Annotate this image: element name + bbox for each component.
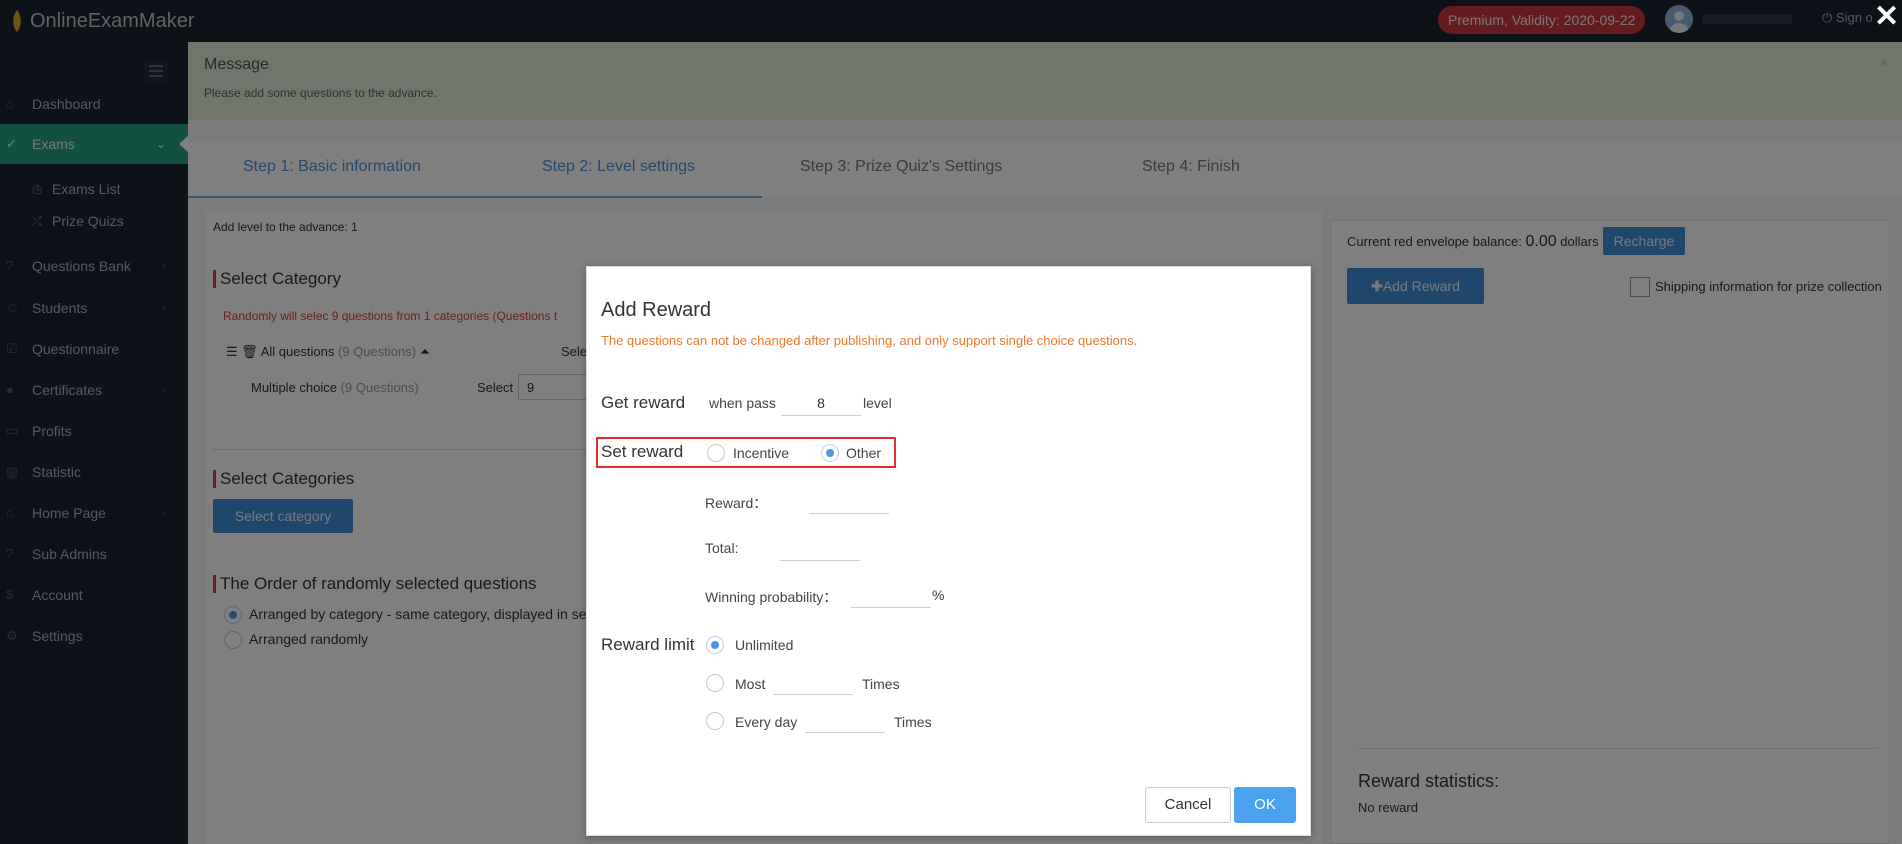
unlimited-radio[interactable] [706, 636, 724, 654]
total-field-label: Total: [705, 540, 739, 556]
set-reward-label: Set reward [601, 442, 684, 461]
reward-limit-label: Reward limit [601, 635, 695, 654]
most-radio[interactable] [706, 674, 724, 692]
other-radio[interactable] [821, 444, 839, 462]
winning-probability-label: Winning probability： [705, 589, 838, 605]
level-label: level [863, 395, 892, 411]
winning-probability-input[interactable] [851, 607, 931, 608]
total-input[interactable] [780, 560, 860, 561]
percent-label: % [932, 587, 945, 603]
close-icon[interactable]: ✕ [1874, 0, 1899, 34]
incentive-label: Incentive [733, 445, 790, 461]
every-day-radio[interactable] [706, 712, 724, 730]
add-reward-dialog: Add Reward The questions can not be chan… [586, 266, 1311, 836]
ok-button[interactable]: OK [1234, 787, 1296, 823]
get-reward-label: Get reward [601, 393, 686, 412]
other-label: Other [846, 445, 882, 461]
when-pass-label: when pass [709, 395, 776, 411]
incentive-radio[interactable] [707, 444, 725, 462]
dialog-warning: The questions can not be changed after p… [601, 333, 1138, 348]
unlimited-label: Unlimited [735, 637, 794, 653]
most-label: Most [735, 676, 766, 692]
every-day-times-input[interactable] [805, 732, 885, 733]
level-input-underline [781, 415, 861, 416]
most-times-input[interactable] [773, 694, 853, 695]
dialog-title: Add Reward [601, 299, 712, 321]
reward-input[interactable] [809, 513, 889, 514]
times-label: Times [862, 676, 900, 692]
every-day-label: Every day [735, 714, 798, 730]
reward-field-label: Reward： [705, 495, 768, 511]
cancel-button[interactable]: Cancel [1145, 787, 1231, 823]
times-label: Times [894, 714, 932, 730]
level-input[interactable]: 8 [781, 395, 861, 411]
